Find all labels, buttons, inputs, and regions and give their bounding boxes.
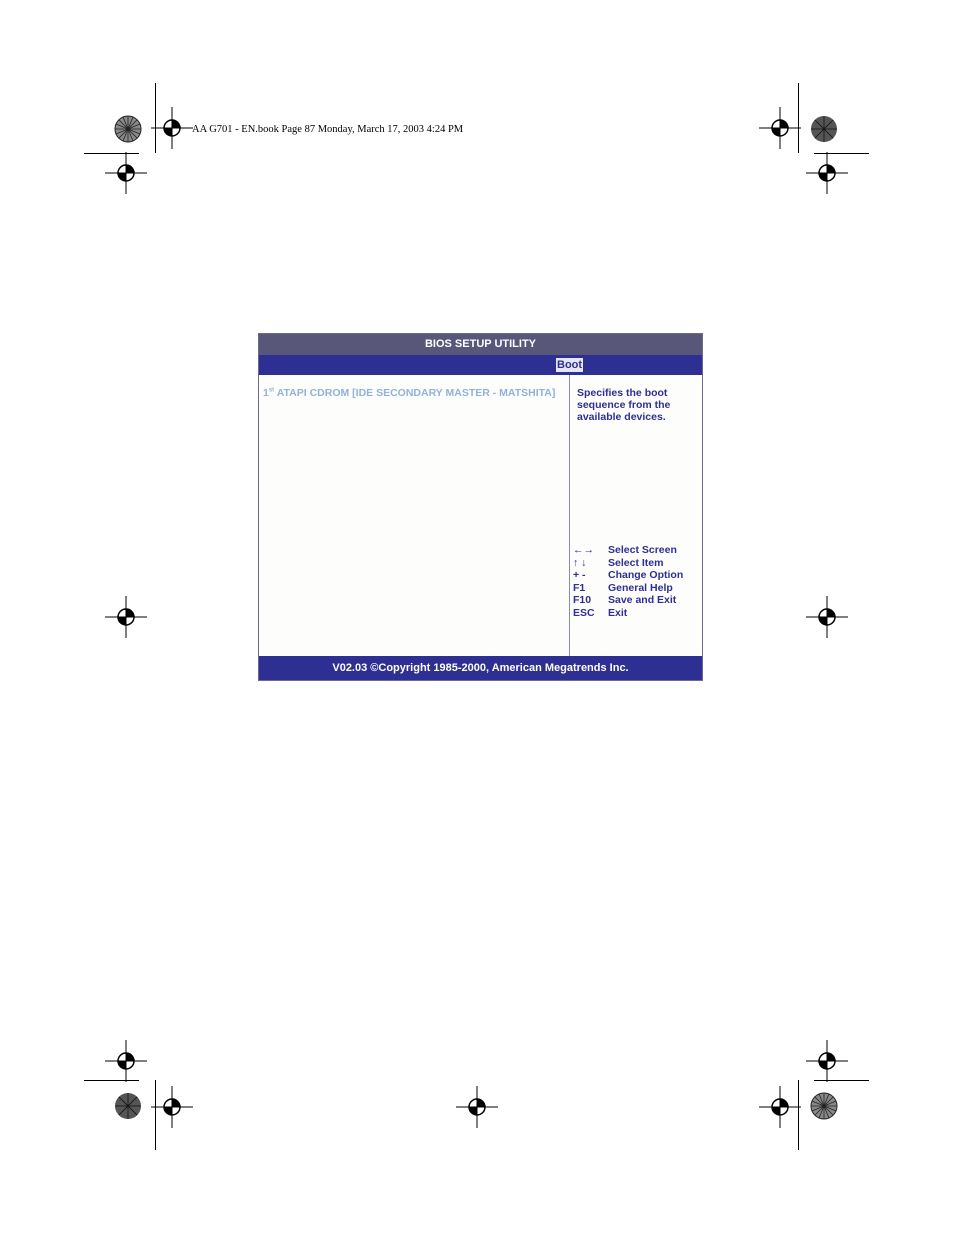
bios-title: BIOS SETUP UTILITY — [259, 334, 702, 355]
key-legend: ←→ Select Screen ↑ ↓ Select Item + - Change… — [573, 544, 701, 619]
sunburst-mark-icon — [115, 1093, 141, 1119]
registration-mark-icon — [806, 1040, 848, 1082]
sunburst-mark-icon — [114, 115, 142, 143]
bios-tab-bar: Boot — [259, 355, 702, 375]
registration-mark-icon — [806, 152, 848, 194]
registration-mark-icon — [456, 1086, 498, 1128]
tab-boot[interactable]: Boot — [556, 358, 584, 372]
key-description: Exit — [608, 606, 628, 619]
key-description: Select Screen — [608, 544, 677, 556]
key-description: Change Option — [608, 569, 684, 581]
key-name: F10 — [573, 594, 592, 606]
key-name: + - — [573, 569, 586, 581]
sunburst-mark-icon — [811, 116, 837, 142]
registration-mark-icon — [806, 596, 848, 638]
registration-mark-icon — [151, 107, 193, 149]
key-legend-row: ESC Exit — [573, 607, 701, 620]
boot-device-item[interactable]: 1st ATAPI CDROM [IDE SECONDARY MASTER - … — [263, 387, 555, 399]
page-header: AA G701 - EN.book Page 87 Monday, March … — [192, 124, 464, 135]
registration-mark-icon — [105, 152, 147, 194]
registration-mark-icon — [105, 1040, 147, 1082]
registration-mark-icon — [151, 1086, 193, 1128]
key-description: Select Item — [608, 556, 664, 569]
key-legend-row: ←→ Select Screen — [573, 544, 701, 557]
registration-mark-icon — [759, 107, 801, 149]
boot-device-list: 1st ATAPI CDROM [IDE SECONDARY MASTER - … — [259, 375, 570, 656]
help-text: Specifies the boot sequence from the ava… — [577, 387, 671, 423]
key-legend-row: F10 Save and Exit — [573, 594, 701, 607]
bios-screen: BIOS SETUP UTILITY Boot 1st ATAPI CDROM … — [258, 333, 703, 681]
key-legend-row: F1 General Help — [573, 582, 701, 595]
key-legend-row: + - Change Option — [573, 569, 701, 582]
bios-footer: V02.03 ©Copyright 1985-2000, American Me… — [259, 656, 702, 680]
key-description: General Help — [608, 581, 673, 594]
registration-mark-icon — [759, 1086, 801, 1128]
key-legend-row: ↑ ↓ Select Item — [573, 557, 701, 570]
key-name: ESC — [573, 606, 595, 619]
registration-mark-icon — [105, 596, 147, 638]
key-name: F1 — [573, 581, 586, 594]
key-description: Save and Exit — [608, 594, 677, 606]
key-left-right-arrow-icon: ←→ — [573, 544, 594, 556]
sunburst-mark-icon — [810, 1092, 838, 1120]
key-up-down-arrow-icon: ↑ ↓ — [573, 556, 587, 569]
boot-device-label: ATAPI CDROM [IDE SECONDARY MASTER - MATS… — [274, 387, 556, 399]
